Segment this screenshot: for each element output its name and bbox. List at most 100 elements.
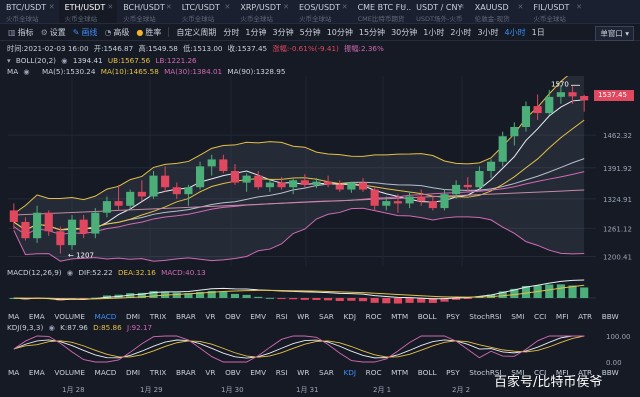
- tab-7[interactable]: USDT / CNY USDT场外-火币 ✕: [410, 0, 469, 23]
- indicator-ma[interactable]: MA: [8, 312, 19, 321]
- indicator-wr[interactable]: WR: [297, 368, 309, 377]
- indicator-rsi[interactable]: RSI: [276, 312, 288, 321]
- indicator-mtm[interactable]: MTM: [391, 368, 408, 377]
- timeframe-10[interactable]: 4小时: [505, 27, 526, 38]
- timeframe-1[interactable]: 1分钟: [245, 27, 266, 38]
- tab-0[interactable]: BTC/USDT 火币全球站 ✕: [0, 0, 59, 23]
- indicator-ma[interactable]: MA: [8, 368, 19, 377]
- ma5: MA(5):1530.24: [42, 67, 96, 76]
- indicator-bbw[interactable]: BBW: [602, 368, 619, 377]
- candlestick-chart[interactable]: 1462.32 1391.92 1324.91 1261.12 1200.41 1570…: [0, 76, 640, 266]
- timeframe-6[interactable]: 30分钟: [391, 27, 417, 38]
- indicator-bbw[interactable]: BBW: [602, 312, 619, 321]
- indicator-dmi[interactable]: DMI: [126, 312, 140, 321]
- tab-exchange: 火币全球站: [181, 15, 215, 23]
- indicator-smi[interactable]: SMI: [511, 312, 524, 321]
- indicator-trix[interactable]: TRIX: [150, 368, 167, 377]
- tab-8[interactable]: XAUUSD 伦敦金-现货 ✕: [469, 0, 528, 23]
- bell-icon: ◔: [104, 27, 112, 37]
- indicator-ema[interactable]: EMA: [29, 368, 45, 377]
- indicator-brar[interactable]: BRAR: [176, 368, 196, 377]
- indicator-button[interactable]: ▥ 指标: [8, 27, 34, 38]
- ohlc-time: 时间:2021-02-03 16:00: [7, 44, 89, 53]
- indicator-macd[interactable]: MACD: [95, 368, 117, 377]
- indicator-kdj[interactable]: KDJ: [343, 368, 356, 377]
- settings-button[interactable]: ⚙ 设置: [41, 27, 66, 38]
- close-icon[interactable]: ✕: [342, 3, 348, 11]
- close-icon[interactable]: ✕: [49, 3, 55, 11]
- watermark: 百家号/比特币侯爷: [494, 375, 603, 390]
- indicator-emv[interactable]: EMV: [250, 368, 266, 377]
- indicator-stochrsi[interactable]: StochRSI: [469, 312, 501, 321]
- tab-9[interactable]: FIL/USDT 火币全球站 ✕: [527, 0, 586, 23]
- indicator-kdj[interactable]: KDJ: [343, 312, 356, 321]
- current-price-tag: 1537.45: [594, 90, 634, 101]
- indicator-vr[interactable]: VR: [205, 312, 215, 321]
- custom-period-button[interactable]: 自定义周期: [176, 27, 216, 38]
- tab-3[interactable]: LTC/USDT 火币全球站 ✕: [176, 0, 235, 23]
- candle-body: [428, 201, 437, 209]
- divider: [168, 27, 170, 37]
- indicator-brar[interactable]: BRAR: [176, 312, 196, 321]
- tab-2[interactable]: BCH/USDT 火币全球站 ✕: [117, 0, 176, 23]
- indicator-sar[interactable]: SAR: [319, 312, 334, 321]
- eye-icon[interactable]: ◉: [61, 56, 67, 65]
- collapse-icon[interactable]: ▾: [7, 56, 11, 65]
- tab-6[interactable]: CME BTC FU.. CME比特币期货 ✕: [352, 0, 412, 23]
- indicator-obv[interactable]: OBV: [225, 312, 241, 321]
- indicator-wr[interactable]: WR: [297, 312, 309, 321]
- indicator-mtm[interactable]: MTM: [391, 312, 408, 321]
- close-icon[interactable]: ✕: [166, 3, 172, 11]
- indicator-volume[interactable]: VOLUME: [54, 368, 85, 377]
- indicator-psy[interactable]: PSY: [446, 312, 460, 321]
- indicator-emv[interactable]: EMV: [250, 312, 266, 321]
- indicator-rsi[interactable]: RSI: [276, 368, 288, 377]
- indicator-vr[interactable]: VR: [205, 368, 215, 377]
- close-icon[interactable]: ✕: [576, 3, 582, 11]
- eye-icon[interactable]: ◉: [23, 67, 29, 76]
- close-icon[interactable]: ✕: [459, 3, 465, 11]
- timeframe-9[interactable]: 3小时: [477, 27, 498, 38]
- candle-body: [347, 182, 356, 190]
- indicator-macd[interactable]: MACD: [95, 312, 117, 321]
- close-icon[interactable]: ✕: [517, 3, 523, 11]
- candle-body: [510, 126, 519, 137]
- draw-button[interactable]: ✎ 画线: [73, 27, 98, 38]
- indicator-bar-1: MA EMA VOLUME MACD DMI TRIX BRAR VR OBV EMV RSI WR S…: [8, 312, 628, 321]
- timeframe-8[interactable]: 2小时: [450, 27, 471, 38]
- close-icon[interactable]: ✕: [107, 3, 113, 11]
- close-icon[interactable]: ✕: [400, 3, 406, 11]
- pen-icon: ✎: [72, 27, 80, 37]
- win-rate-button[interactable]: ● 胜率: [136, 27, 161, 38]
- timeframe-5[interactable]: 15分钟: [359, 27, 385, 38]
- tab-4[interactable]: XRP/USDT 火币全球站 ✕: [234, 0, 293, 23]
- indicator-dmi[interactable]: DMI: [126, 368, 140, 377]
- indicator-volume[interactable]: VOLUME: [54, 312, 85, 321]
- close-icon[interactable]: ✕: [283, 3, 289, 11]
- indicator-roc[interactable]: ROC: [366, 312, 382, 321]
- timeframe-2[interactable]: 3分钟: [273, 27, 294, 38]
- candle-body: [568, 92, 577, 97]
- indicator-mfi[interactable]: MFI: [556, 312, 569, 321]
- tab-5[interactable]: EOS/USDT 火币全球站 ✕: [293, 0, 352, 23]
- candle-body: [230, 171, 240, 183]
- indicator-atr[interactable]: ATR: [578, 312, 592, 321]
- indicator-ema[interactable]: EMA: [29, 312, 45, 321]
- indicator-trix[interactable]: TRIX: [150, 312, 167, 321]
- timeframe-4[interactable]: 10分钟: [327, 27, 353, 38]
- indicator-cci[interactable]: CCI: [534, 312, 546, 321]
- indicator-boll[interactable]: BOLL: [418, 312, 437, 321]
- tab-1[interactable]: ETH/USDT 火币全球站 ✕: [58, 0, 118, 23]
- indicator-boll[interactable]: BOLL: [418, 368, 437, 377]
- timeframe-7[interactable]: 1小时: [423, 27, 444, 38]
- indicator-sar[interactable]: SAR: [319, 368, 334, 377]
- layout-select[interactable]: 单窗口 ▾: [595, 26, 634, 41]
- indicator-obv[interactable]: OBV: [225, 368, 241, 377]
- timeframe-11[interactable]: 1日: [532, 27, 545, 38]
- advanced-button[interactable]: ◔ 高级: [104, 27, 129, 38]
- timeframe-3[interactable]: 5分钟: [300, 27, 321, 38]
- indicator-roc[interactable]: ROC: [366, 368, 382, 377]
- close-icon[interactable]: ✕: [225, 3, 231, 11]
- indicator-psy[interactable]: PSY: [446, 368, 460, 377]
- timeframe-0[interactable]: 分时: [223, 27, 239, 38]
